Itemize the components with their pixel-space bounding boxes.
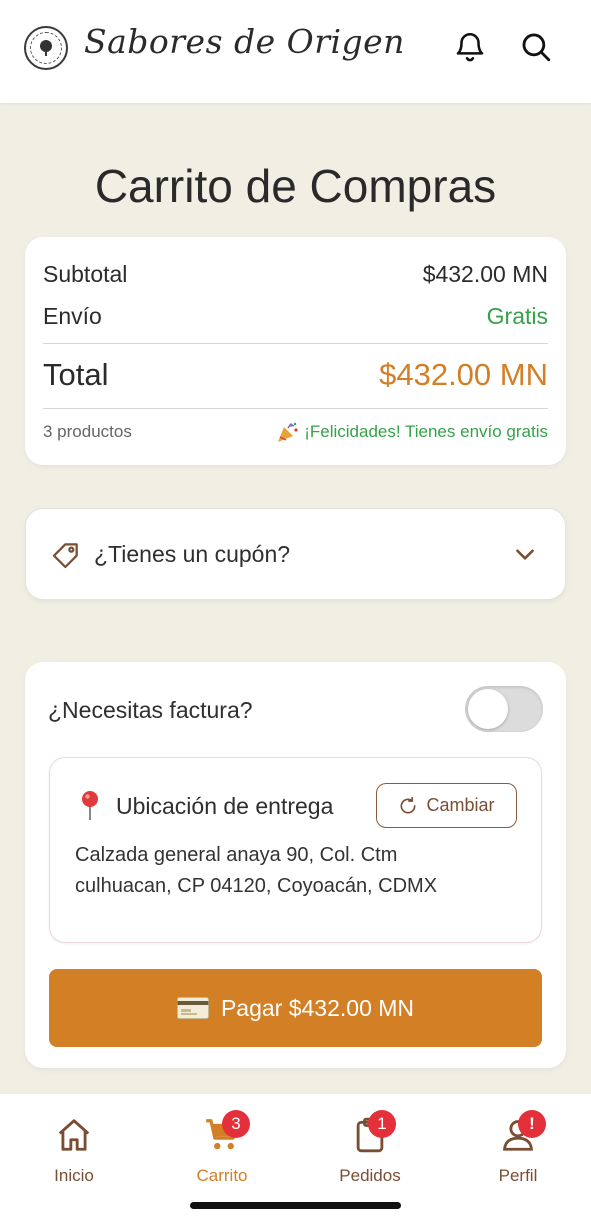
summary-footer: 3 productos ¡Felicidades! Tienes envío g… [43, 421, 548, 443]
total-value: $432.00 MN [379, 357, 548, 392]
tag-icon [52, 543, 78, 569]
order-summary-card: Subtotal $432.00 MN Envío Gratis Total $… [25, 237, 566, 465]
divider [43, 343, 548, 344]
map-pin-icon [82, 791, 98, 820]
checkout-card: ¿Necesitas factura? Ubicación de entrega… [25, 662, 566, 1068]
brand-logo[interactable] [24, 26, 68, 70]
chevron-down-icon[interactable] [512, 541, 538, 567]
credit-card-icon [176, 997, 209, 1019]
tab-label: Carrito [196, 1166, 248, 1185]
total-label: Total [43, 357, 109, 392]
coupon-accordion[interactable]: ¿Tienes un cupón? [25, 508, 566, 600]
page-title: Carrito de Compras [94, 159, 497, 212]
invoice-toggle[interactable] [465, 686, 543, 732]
brand-name[interactable]: Sabores de Origen [84, 22, 405, 61]
divider [43, 408, 548, 409]
shipping-label: Envío [43, 303, 102, 329]
pay-button-label: Pagar $432.00 MN [220, 994, 415, 1021]
subtotal-row: Subtotal $432.00 MN [43, 261, 548, 288]
tree-emblem-icon [30, 32, 62, 64]
toggle-knob [468, 689, 508, 729]
coupon-label: ¿Tienes un cupón? [94, 541, 291, 567]
free-shipping-message: ¡Felicidades! Tienes envío gratis [276, 421, 548, 443]
home-icon [58, 1119, 90, 1151]
pay-button[interactable]: Pagar $432.00 MN [49, 969, 542, 1047]
tab-perfil[interactable]: ! Perfil [444, 1094, 591, 1194]
profile-alert-badge: ! [518, 1110, 546, 1138]
subtotal-value: $432.00 MN [422, 261, 548, 287]
search-icon[interactable] [519, 30, 553, 64]
subtotal-label: Subtotal [43, 261, 128, 287]
cart-badge: 3 [222, 1110, 250, 1138]
home-indicator[interactable] [190, 1202, 401, 1209]
tab-label: Inicio [54, 1166, 94, 1185]
location-title: Ubicación de entrega [116, 793, 334, 819]
app-header: Sabores de Origen [0, 0, 591, 103]
refresh-icon [400, 796, 416, 814]
tab-pedidos[interactable]: 1 Pedidos [296, 1094, 444, 1194]
free-shipping-text: ¡Felicidades! Tienes envío gratis [304, 422, 548, 441]
tab-carrito[interactable]: 3 Carrito [148, 1094, 296, 1194]
bell-icon[interactable] [453, 30, 487, 64]
products-count: 3 productos [43, 422, 132, 441]
tab-label: Perfil [498, 1166, 538, 1185]
party-popper-icon [278, 422, 298, 442]
delivery-location-card: Ubicación de entrega Cambiar Calzada gen… [49, 757, 542, 943]
invoice-label: ¿Necesitas factura? [48, 697, 253, 723]
shipping-row: Envío Gratis [43, 303, 548, 330]
delivery-address: Calzada general anaya 90, Col. Ctm culhu… [75, 844, 438, 897]
change-location-button[interactable]: Cambiar [376, 783, 517, 828]
tab-label: Pedidos [339, 1166, 401, 1185]
shipping-value: Gratis [486, 303, 548, 329]
tab-inicio[interactable]: Inicio [0, 1094, 148, 1194]
change-location-label: Cambiar [426, 795, 495, 815]
total-row: Total $432.00 MN [43, 357, 548, 393]
orders-badge: 1 [368, 1110, 396, 1138]
